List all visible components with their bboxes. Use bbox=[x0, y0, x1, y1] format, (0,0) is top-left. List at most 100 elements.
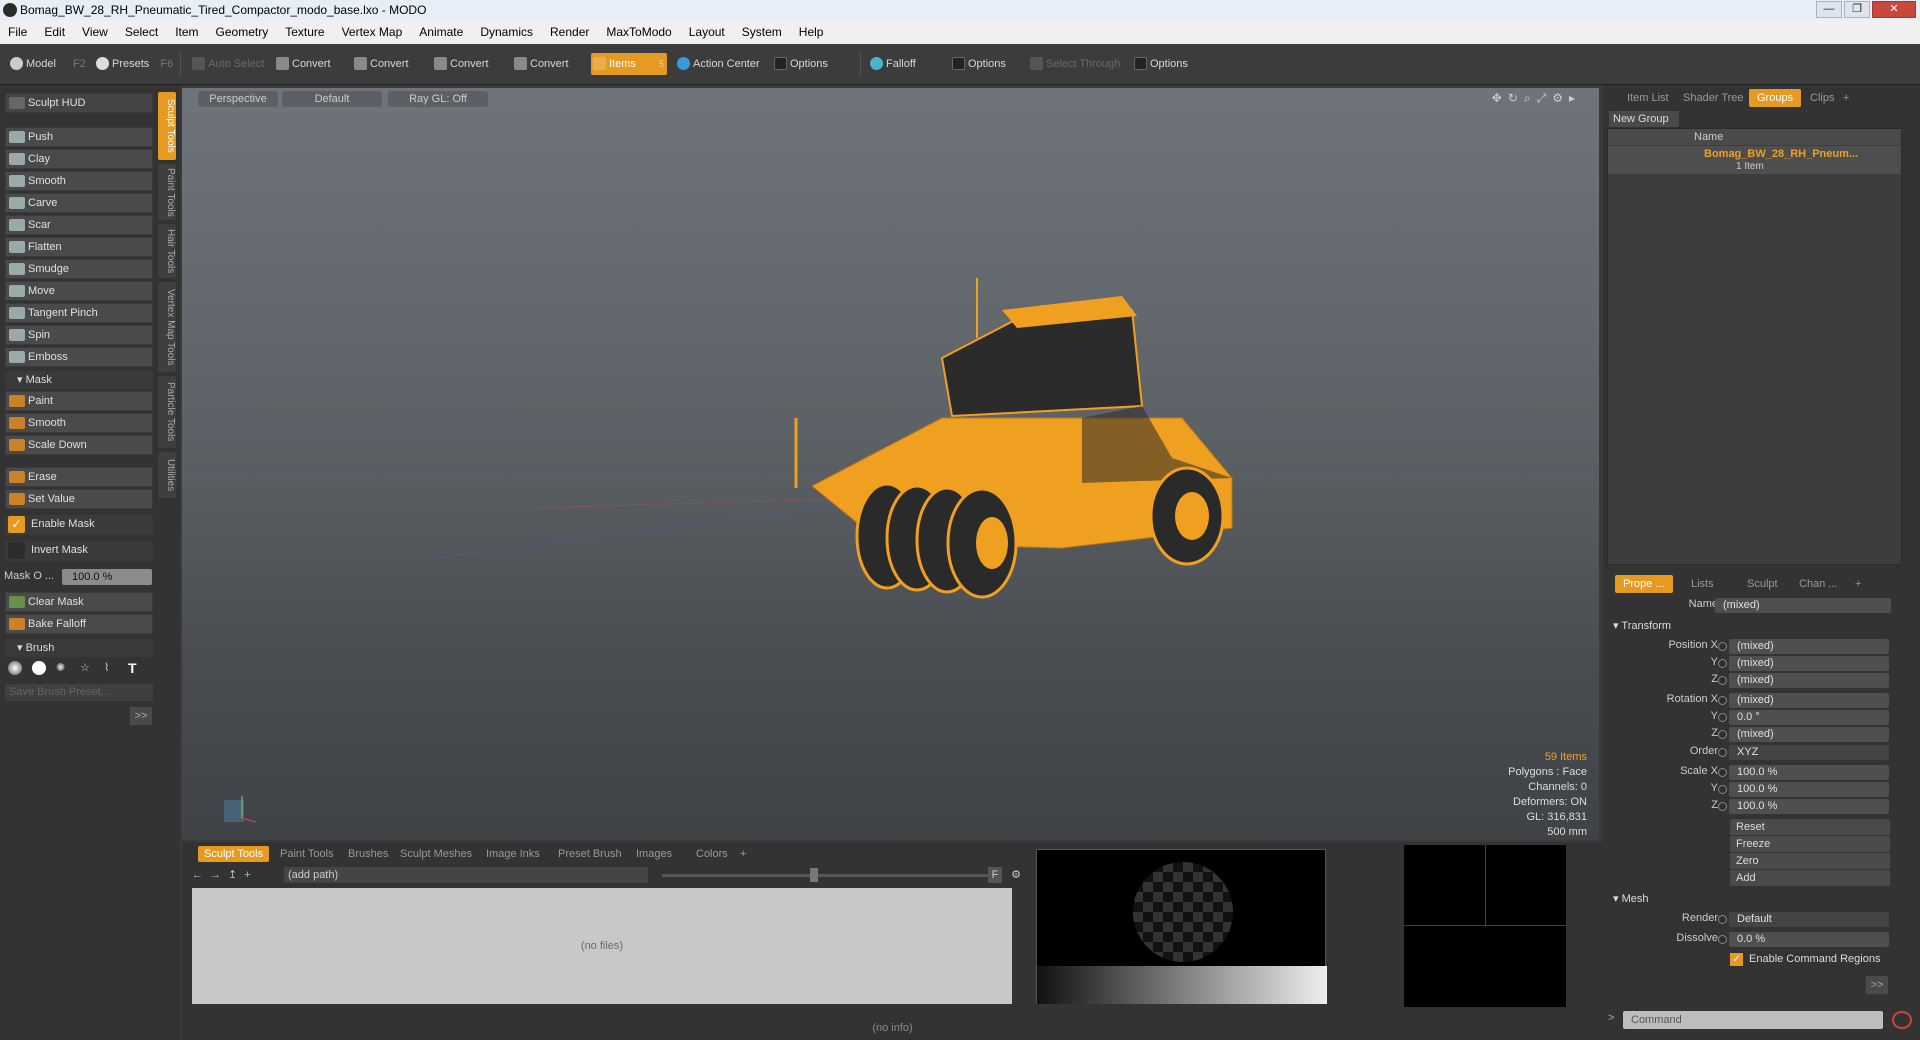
convert-polygons-button[interactable]: Convert bbox=[432, 53, 489, 75]
3d-viewport[interactable]: Perspective Default Ray GL: Off ✥↻⌕⤢⚙▸ 5… bbox=[182, 88, 1599, 840]
rotation-z-field[interactable]: (mixed) bbox=[1729, 727, 1889, 742]
keyframe-dot[interactable] bbox=[1718, 935, 1727, 944]
action-center-button[interactable]: Action Center bbox=[675, 53, 760, 75]
save-brush-preset-field[interactable]: Save Brush Preset... bbox=[5, 684, 153, 701]
items-mode-button[interactable]: Items 5 bbox=[591, 53, 667, 75]
mask-smooth-button[interactable]: Smooth bbox=[5, 413, 153, 433]
name-field[interactable]: (mixed) bbox=[1715, 598, 1891, 613]
tab-paint-tools-bottom[interactable]: Paint Tools bbox=[274, 846, 340, 862]
menu-file[interactable]: File bbox=[8, 25, 27, 39]
menu-maxtomodo[interactable]: MaxToModo bbox=[606, 25, 671, 39]
keyframe-dot[interactable] bbox=[1718, 802, 1727, 811]
tab-paint-tools[interactable]: Paint Tools bbox=[158, 164, 176, 220]
text-brush-icon[interactable]: T bbox=[128, 661, 142, 675]
tool-smudge[interactable]: Smudge bbox=[5, 259, 153, 279]
tab-sculpt-tools[interactable]: Sculpt Tools bbox=[158, 92, 176, 160]
clear-mask-button[interactable]: Clear Mask bbox=[5, 592, 153, 612]
bake-falloff-button[interactable]: Bake Falloff bbox=[5, 614, 153, 634]
hard-brush-icon[interactable] bbox=[32, 661, 46, 675]
menu-texture[interactable]: Texture bbox=[285, 25, 324, 39]
scale-z-field[interactable]: 100.0 % bbox=[1729, 799, 1889, 814]
menu-edit[interactable]: Edit bbox=[44, 25, 65, 39]
tab-utilities[interactable]: Utilities bbox=[158, 452, 176, 498]
mask-opacity-field[interactable]: 100.0 % bbox=[62, 569, 152, 585]
position-y-field[interactable]: (mixed) bbox=[1729, 656, 1889, 671]
tool-push[interactable]: Push bbox=[5, 127, 153, 147]
star-brush-icon[interactable]: ☆ bbox=[80, 661, 94, 675]
add-tab-button[interactable]: + bbox=[1835, 89, 1857, 107]
splat-brush-icon[interactable]: ✺ bbox=[56, 661, 70, 675]
add-dropdown[interactable]: Add bbox=[1730, 870, 1890, 886]
convert-vertices-button[interactable]: Convert bbox=[274, 53, 331, 75]
render-dropdown[interactable]: Default bbox=[1729, 912, 1889, 927]
menu-view[interactable]: View bbox=[82, 25, 108, 39]
minimize-button[interactable]: — bbox=[1816, 1, 1842, 18]
tool-move[interactable]: Move bbox=[5, 281, 153, 301]
keyframe-dot[interactable] bbox=[1718, 713, 1727, 722]
keyframe-dot[interactable] bbox=[1718, 748, 1727, 757]
tab-hair-tools[interactable]: Hair Tools bbox=[158, 224, 176, 278]
tab-colors[interactable]: Colors bbox=[690, 846, 734, 862]
tab-lists[interactable]: Lists bbox=[1683, 575, 1722, 593]
tab-image-inks[interactable]: Image Inks bbox=[480, 846, 546, 862]
mask-set-value-button[interactable]: Set Value bbox=[5, 489, 153, 509]
keyframe-dot[interactable] bbox=[1718, 659, 1727, 668]
mesh-section-header[interactable]: ▾ Mesh bbox=[1613, 892, 1648, 905]
menu-animate[interactable]: Animate bbox=[419, 25, 463, 39]
browser-nav-icons[interactable]: ←→↥+ bbox=[192, 868, 258, 881]
mask-erase-button[interactable]: Erase bbox=[5, 467, 153, 487]
auto-select-button[interactable]: Auto Select bbox=[190, 53, 264, 75]
path-dropdown[interactable]: (add path) bbox=[284, 867, 648, 883]
more-button[interactable]: >> bbox=[130, 707, 152, 725]
filter-button[interactable]: F bbox=[988, 867, 1002, 883]
menu-system[interactable]: System bbox=[742, 25, 782, 39]
curve-brush-icon[interactable]: ⌇ bbox=[104, 661, 118, 675]
position-z-field[interactable]: (mixed) bbox=[1729, 673, 1889, 688]
tool-carve[interactable]: Carve bbox=[5, 193, 153, 213]
keyframe-dot[interactable] bbox=[1718, 785, 1727, 794]
model-mode-button[interactable]: Model F2 bbox=[8, 53, 86, 75]
mask-section-header[interactable]: ▾ Mask bbox=[5, 371, 153, 389]
falloff-button[interactable]: Falloff bbox=[868, 53, 916, 75]
freeze-dropdown[interactable]: Freeze bbox=[1730, 836, 1890, 852]
record-icon[interactable] bbox=[1892, 1011, 1912, 1029]
mask-paint-button[interactable]: Paint bbox=[5, 391, 153, 411]
tab-channels[interactable]: Chan ... bbox=[1791, 575, 1846, 593]
maximize-button[interactable]: ❐ bbox=[1844, 1, 1870, 18]
tool-flatten[interactable]: Flatten bbox=[5, 237, 153, 257]
convert-edges-button[interactable]: Convert bbox=[352, 53, 409, 75]
menu-geometry[interactable]: Geometry bbox=[216, 25, 269, 39]
transform-section-header[interactable]: ▾ Transform bbox=[1613, 619, 1671, 632]
tab-shader-tree[interactable]: Shader Tree bbox=[1675, 89, 1752, 107]
enable-mask-checkbox[interactable]: ✓ Enable Mask bbox=[5, 515, 153, 535]
menu-vertex-map[interactable]: Vertex Map bbox=[342, 25, 403, 39]
browser-gear-icon[interactable]: ⚙ bbox=[1008, 867, 1024, 883]
rotation-x-field[interactable]: (mixed) bbox=[1729, 693, 1889, 708]
file-browser-area[interactable]: (no files) bbox=[192, 888, 1012, 1004]
group-row[interactable]: Bomag_BW_28_RH_Pneum... 1 Item bbox=[1608, 146, 1901, 174]
tab-particle-tools[interactable]: Particle Tools bbox=[158, 376, 176, 448]
tab-sculpt[interactable]: Sculpt bbox=[1739, 575, 1786, 593]
falloff-options-button[interactable]: Options bbox=[950, 53, 1006, 75]
tab-brushes[interactable]: Brushes bbox=[342, 846, 394, 862]
menu-select[interactable]: Select bbox=[125, 25, 158, 39]
menu-help[interactable]: Help bbox=[799, 25, 824, 39]
tab-images[interactable]: Images bbox=[630, 846, 678, 862]
tab-preset-brush[interactable]: Preset Brush bbox=[552, 846, 628, 862]
keyframe-dot[interactable] bbox=[1718, 730, 1727, 739]
keyframe-dot[interactable] bbox=[1718, 768, 1727, 777]
menu-layout[interactable]: Layout bbox=[689, 25, 725, 39]
tool-spin[interactable]: Spin bbox=[5, 325, 153, 345]
reset-dropdown[interactable]: Reset bbox=[1730, 819, 1890, 835]
keyframe-dot[interactable] bbox=[1718, 696, 1727, 705]
tool-tangent-pinch[interactable]: Tangent Pinch bbox=[5, 303, 153, 323]
slider-handle[interactable] bbox=[810, 868, 818, 882]
keyframe-dot[interactable] bbox=[1718, 642, 1727, 651]
position-x-field[interactable]: (mixed) bbox=[1729, 639, 1889, 654]
new-group-button[interactable]: New Group bbox=[1609, 111, 1679, 127]
scale-x-field[interactable]: 100.0 % bbox=[1729, 765, 1889, 780]
select-options-button[interactable]: Options bbox=[1132, 53, 1188, 75]
action-center-options-button[interactable]: Options bbox=[772, 53, 828, 75]
presets-button[interactable]: Presets F6 bbox=[94, 53, 173, 75]
add-bottom-tab-button[interactable]: + bbox=[734, 846, 752, 862]
